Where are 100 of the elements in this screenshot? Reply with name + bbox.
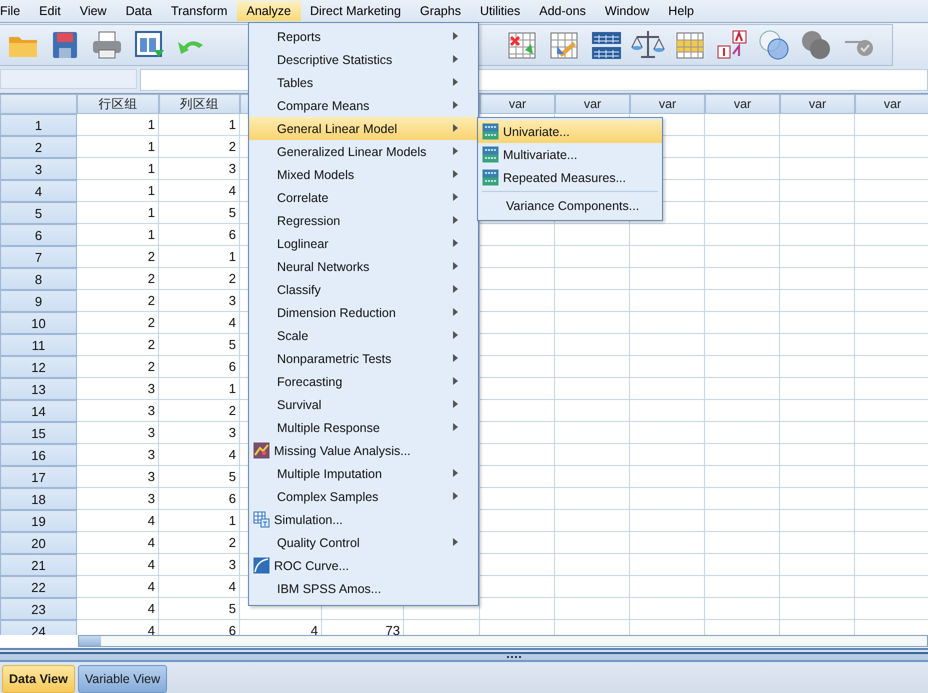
row-number[interactable]: 13 — [0, 378, 77, 400]
menu-item[interactable]: Compare Means — [249, 94, 478, 117]
column-header[interactable]: 列区组 — [159, 94, 240, 114]
menu-item[interactable]: Descriptive Statistics — [249, 48, 478, 71]
column-header[interactable]: var — [630, 94, 705, 114]
table-cell: 3 — [159, 290, 240, 312]
row-number[interactable]: 5 — [0, 202, 77, 224]
row-number[interactable]: 11 — [0, 334, 77, 356]
row-number[interactable]: 16 — [0, 444, 77, 466]
column-header[interactable]: 行区组 — [77, 94, 159, 114]
view-tab[interactable]: Data View — [2, 665, 75, 693]
menu-item[interactable]: Neural Networks — [249, 255, 478, 278]
row-number[interactable]: 4 — [0, 180, 77, 202]
table-cell: 2 — [159, 268, 240, 290]
menu-item[interactable]: General Linear Model — [249, 117, 478, 140]
menu-item[interactable]: Regression — [249, 209, 478, 232]
menu-item[interactable]: Forecasting — [249, 370, 478, 393]
table-cell: 4 — [159, 312, 240, 334]
menu-item[interactable]: Survival — [249, 393, 478, 416]
menu-item[interactable]: Scale — [249, 324, 478, 347]
row-number[interactable]: 14 — [0, 400, 77, 422]
row-number[interactable]: 2 — [0, 136, 77, 158]
table-cell: 2 — [77, 356, 159, 378]
menu-item[interactable]: Simulation... — [249, 508, 478, 531]
menu-bar-item[interactable]: Direct Marketing — [300, 0, 411, 21]
menu-bar-item[interactable]: Analyze — [237, 0, 301, 21]
menu-bar-item[interactable]: Data — [116, 0, 162, 21]
menu-bar-item[interactable]: View — [70, 0, 117, 21]
menu-item[interactable]: Variance Components... — [478, 194, 662, 217]
menu-bar-item[interactable]: Edit — [30, 0, 71, 21]
table-cell: 4 — [77, 510, 159, 532]
table-cell: 4 — [159, 576, 240, 598]
table-cell: 6 — [159, 620, 240, 636]
row-number[interactable]: 10 — [0, 312, 77, 334]
menu-item[interactable]: Multiple Imputation — [249, 462, 478, 485]
table-cell: 3 — [159, 158, 240, 180]
row-number[interactable]: 22 — [0, 576, 77, 598]
table-cell: 1 — [159, 378, 240, 400]
menu-bar-item[interactable]: Help — [659, 0, 704, 21]
column-header[interactable]: var — [480, 94, 555, 114]
menu-item[interactable]: Missing Value Analysis... — [249, 439, 478, 462]
menu-item[interactable]: Multiple Response — [249, 416, 478, 439]
menu-item[interactable]: Quality Control — [249, 531, 478, 554]
menu-item[interactable]: Generalized Linear Models — [249, 140, 478, 163]
row-number[interactable]: 7 — [0, 246, 77, 268]
menu-item[interactable]: Nonparametric Tests — [249, 347, 478, 370]
menu-bar-item[interactable]: Window — [596, 0, 660, 21]
table-cell: 1 — [159, 510, 240, 532]
menu-bar-item[interactable]: Graphs — [410, 0, 471, 21]
row-number[interactable]: 1 — [0, 114, 77, 136]
view-tab[interactable]: Variable View — [78, 665, 168, 693]
menu-item[interactable]: Dimension Reduction — [249, 301, 478, 324]
menu-bar-item[interactable]: Transform — [162, 0, 238, 21]
table-cell: 2 — [159, 400, 240, 422]
column-header[interactable]: var — [705, 94, 780, 114]
menu-item[interactable]: Multivariate... — [478, 143, 662, 166]
menu-item[interactable]: Mixed Models — [249, 163, 478, 186]
menu-item[interactable]: IBM SPSS Amos... — [249, 577, 478, 600]
row-number[interactable]: 17 — [0, 466, 77, 488]
menu-item[interactable]: Univariate... — [478, 120, 662, 143]
menu-item[interactable]: Complex Samples — [249, 485, 478, 508]
table-cell: 1 — [77, 180, 159, 202]
table-cell: 4 — [77, 576, 159, 598]
row-number[interactable]: 24 — [0, 620, 77, 636]
table-cell: 3 — [77, 488, 159, 510]
row-number[interactable]: 9 — [0, 290, 77, 312]
table-cell: 3 — [159, 554, 240, 576]
column-header[interactable]: var — [780, 94, 855, 114]
table-cell: 2 — [77, 268, 159, 290]
menu-item[interactable]: Repeated Measures... — [478, 166, 662, 189]
row-number[interactable]: 12 — [0, 356, 77, 378]
table-cell: 4 — [77, 620, 159, 636]
row-number[interactable]: 6 — [0, 224, 77, 246]
row-number[interactable]: 15 — [0, 422, 77, 444]
table-cell: 2 — [77, 290, 159, 312]
table-cell: 1 — [77, 202, 159, 224]
menu-bar-item[interactable]: File — [0, 0, 30, 21]
menu-item[interactable]: Classify — [249, 278, 478, 301]
menu-item[interactable]: Correlate — [249, 186, 478, 209]
menu-bar-item[interactable]: Utilities — [470, 0, 530, 21]
row-number[interactable]: 8 — [0, 268, 77, 290]
row-number[interactable]: 3 — [0, 158, 77, 180]
row-number[interactable]: 20 — [0, 532, 77, 554]
menu-item[interactable]: Loglinear — [249, 232, 478, 255]
row-number[interactable]: 21 — [0, 554, 77, 576]
row-number[interactable]: 23 — [0, 598, 77, 620]
table-cell: 1 — [77, 114, 159, 136]
column-header[interactable]: var — [855, 94, 928, 114]
menu-item[interactable]: Tables — [249, 71, 478, 94]
table-cell: 73 — [322, 620, 404, 636]
table-cell: 1 — [77, 136, 159, 158]
table-cell: 3 — [77, 378, 159, 400]
row-number[interactable]: 18 — [0, 488, 77, 510]
menu-bar-item[interactable]: Add-ons — [530, 0, 596, 21]
table-cell: 6 — [159, 488, 240, 510]
row-number[interactable]: 19 — [0, 510, 77, 532]
menu-item[interactable]: Reports — [249, 25, 478, 48]
menu-item[interactable]: ROC Curve... — [249, 554, 478, 577]
column-header[interactable]: var — [555, 94, 630, 114]
table-cell: 5 — [159, 334, 240, 356]
